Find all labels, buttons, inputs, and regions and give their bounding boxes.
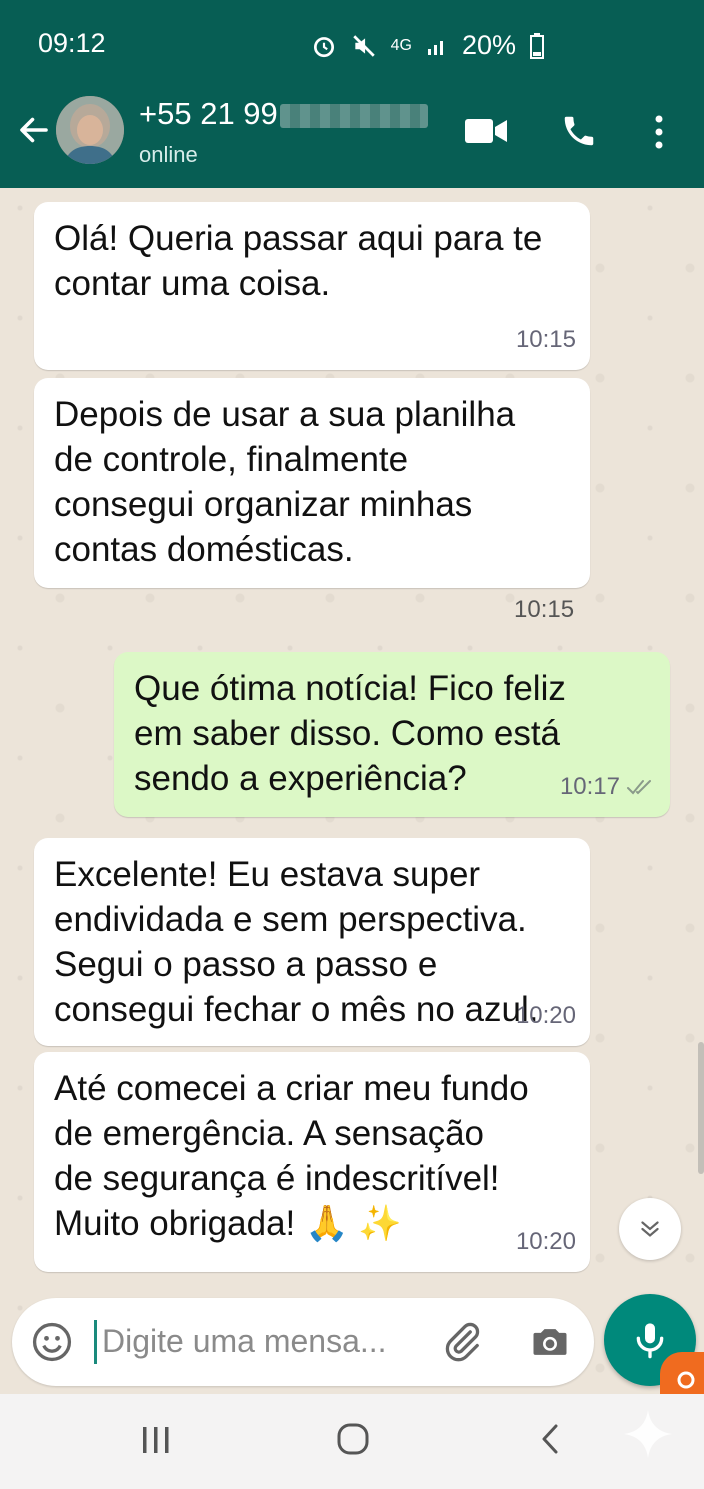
recent-apps-icon[interactable] xyxy=(140,1424,172,1456)
message-time: 10:15 xyxy=(514,596,575,623)
message-time: 10:20 xyxy=(516,1219,576,1264)
message-time-label: 10:17 xyxy=(559,773,620,800)
message-bubble-incoming[interactable]: Até comecei a criar meu fundo de emergên… xyxy=(34,1052,590,1272)
message-text: Depois de usar a sua planilha de control… xyxy=(54,395,516,569)
back-arrow-icon[interactable] xyxy=(16,112,52,148)
battery-icon xyxy=(530,32,544,59)
status-icons: 4G 20% xyxy=(311,30,544,61)
scroll-down-icon xyxy=(641,1221,659,1237)
redacted-number-block xyxy=(279,103,428,128)
scrollbar[interactable] xyxy=(698,1042,704,1174)
contact-name[interactable]: +55 21 99 xyxy=(139,96,428,132)
message-time: 10:20 xyxy=(516,993,576,1038)
nav-back-icon[interactable] xyxy=(538,1422,562,1456)
status-time: 09:12 xyxy=(38,28,106,58)
scroll-down-button[interactable] xyxy=(619,1198,681,1260)
video-call-icon[interactable] xyxy=(465,116,507,146)
mute-icon xyxy=(352,34,375,57)
home-icon[interactable] xyxy=(336,1422,370,1456)
message-bubble-incoming[interactable]: Excelente! Eu estava super endividada e … xyxy=(34,838,590,1046)
message-time: 10:15 xyxy=(516,317,576,362)
signal-icon xyxy=(427,40,443,55)
message-time-label: 10:20 xyxy=(515,1002,576,1029)
message-bubble-incoming[interactable]: Depois de usar a sua planilha de control… xyxy=(34,378,590,588)
message-text: Excelente! Eu estava super endividada e … xyxy=(54,855,539,1029)
avatar[interactable] xyxy=(56,96,124,164)
alarm-icon xyxy=(313,36,334,57)
avatar-image xyxy=(56,96,124,164)
message-time-label: 10:20 xyxy=(515,1228,576,1255)
sparkle-icon xyxy=(624,1410,672,1458)
attach-icon[interactable] xyxy=(440,1320,484,1364)
message-bubble-incoming[interactable]: Olá! Queria passar aqui para te contar u… xyxy=(34,202,590,370)
emoji-icon[interactable] xyxy=(30,1320,74,1364)
message-text: Olá! Queria passar aqui para te contar u… xyxy=(54,219,543,303)
text-caret xyxy=(94,1320,97,1364)
message-composer xyxy=(12,1298,594,1386)
badge-icon xyxy=(677,1371,695,1389)
chat-header: +55 21 99 online xyxy=(0,78,704,188)
contact-status: online xyxy=(139,142,198,167)
message-text: Até comecei a criar meu fundo de emergên… xyxy=(54,1069,529,1243)
more-vert-icon[interactable] xyxy=(652,114,666,150)
camera-icon[interactable] xyxy=(528,1320,572,1364)
contact-number: +55 21 99 xyxy=(139,96,278,131)
message-time-label: 10:15 xyxy=(515,326,576,353)
network-type: 4G xyxy=(390,36,412,54)
message-input[interactable] xyxy=(102,1316,422,1366)
message-bubble-outgoing[interactable]: Que ótima notícia! Fico feliz em saber d… xyxy=(114,652,670,817)
double-check-icon xyxy=(627,779,651,794)
system-navigation-bar xyxy=(0,1394,704,1489)
floating-badge[interactable] xyxy=(660,1352,704,1396)
battery-level: 20% xyxy=(461,30,516,60)
phone-icon[interactable] xyxy=(560,112,598,150)
status-bar: 09:12 4G 20% xyxy=(0,0,704,78)
message-time: 10:17 xyxy=(560,764,656,809)
